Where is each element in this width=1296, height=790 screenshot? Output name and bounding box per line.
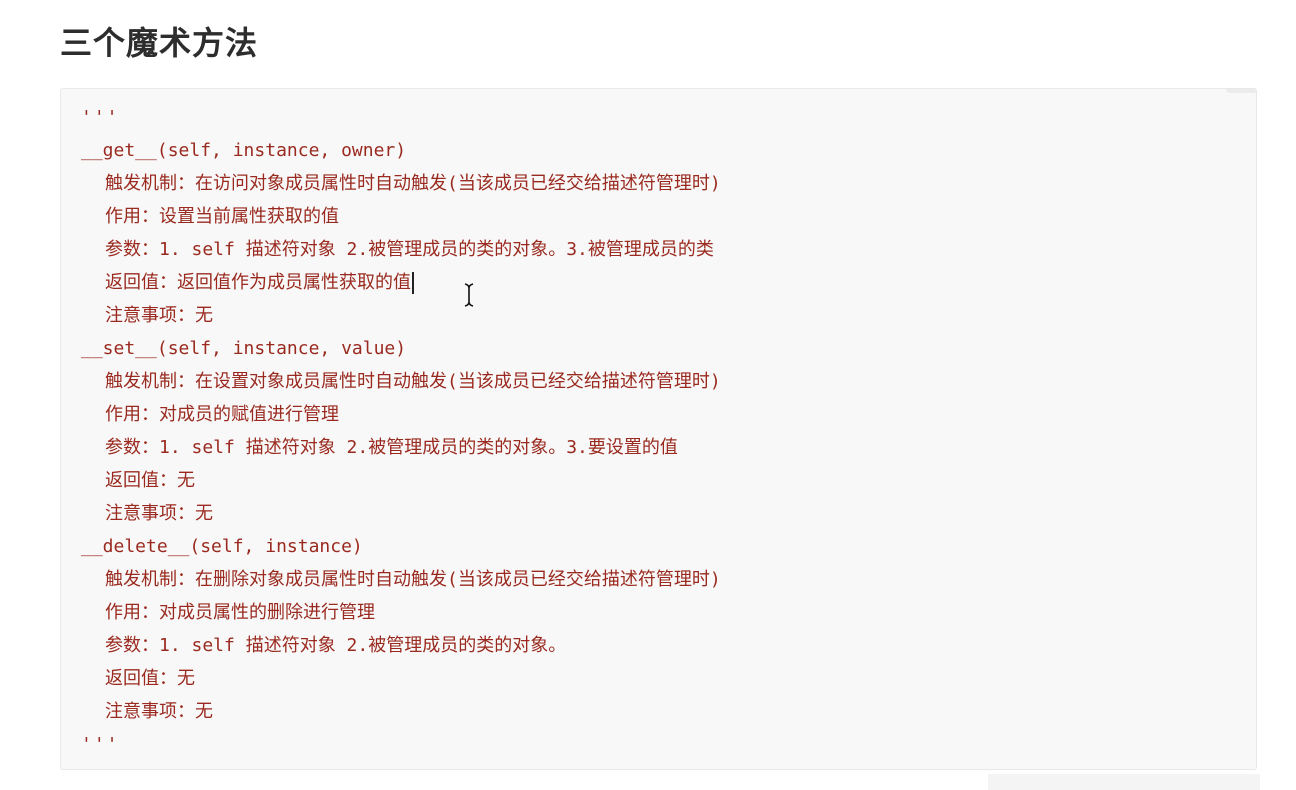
delete-return-line: 返回值：无 bbox=[105, 668, 195, 689]
code-block[interactable]: ''' __get__(self, instance, owner) 触发机制：… bbox=[60, 88, 1257, 770]
document-page: 三个魔术方法 ''' __get__(self, instance, owner… bbox=[0, 0, 1296, 790]
delete-params-line: 参数：1. self 描述符对象 2.被管理成员的类的对象。 bbox=[105, 635, 567, 656]
get-method-signature: __get__(self, instance, owner) bbox=[81, 140, 407, 161]
set-trigger-line: 触发机制：在设置对象成员属性时自动触发(当该成员已经交给描述符管理时) bbox=[105, 371, 721, 392]
code-block-corner bbox=[1226, 89, 1256, 93]
delete-method-signature: __delete__(self, instance) bbox=[81, 536, 363, 557]
set-purpose-line: 作用：对成员的赋值进行管理 bbox=[105, 404, 339, 425]
bottom-toolbar-strip bbox=[988, 774, 1260, 790]
get-notes-line: 注意事项：无 bbox=[105, 305, 213, 326]
close-docstring-quotes: ''' bbox=[81, 734, 120, 755]
get-trigger-line: 触发机制：在访问对象成员属性时自动触发(当该成员已经交给描述符管理时) bbox=[105, 173, 721, 194]
text-ibeam-cursor-icon bbox=[464, 283, 474, 307]
text-caret bbox=[412, 272, 414, 294]
set-method-signature: __set__(self, instance, value) bbox=[81, 338, 407, 359]
get-return-line: 返回值：返回值作为成员属性获取的值 bbox=[81, 266, 1236, 299]
set-params-line: 参数：1. self 描述符对象 2.被管理成员的类的对象。3.要设置的值 bbox=[105, 437, 678, 458]
section-heading: 三个魔术方法 bbox=[60, 24, 259, 62]
delete-notes-line: 注意事项：无 bbox=[105, 701, 213, 722]
get-purpose-line: 作用：设置当前属性获取的值 bbox=[105, 206, 339, 227]
code-lines: ''' __get__(self, instance, owner) 触发机制：… bbox=[81, 101, 1236, 761]
set-notes-line: 注意事项：无 bbox=[105, 503, 213, 524]
get-params-line: 参数：1. self 描述符对象 2.被管理成员的类的对象。3.被管理成员的类 bbox=[105, 239, 714, 260]
get-return-text: 返回值：返回值作为成员属性获取的值 bbox=[105, 272, 411, 293]
set-return-line: 返回值：无 bbox=[105, 470, 195, 491]
open-docstring-quotes: ''' bbox=[81, 107, 120, 128]
delete-trigger-line: 触发机制：在删除对象成员属性时自动触发(当该成员已经交给描述符管理时) bbox=[105, 569, 721, 590]
delete-purpose-line: 作用：对成员属性的删除进行管理 bbox=[105, 602, 375, 623]
